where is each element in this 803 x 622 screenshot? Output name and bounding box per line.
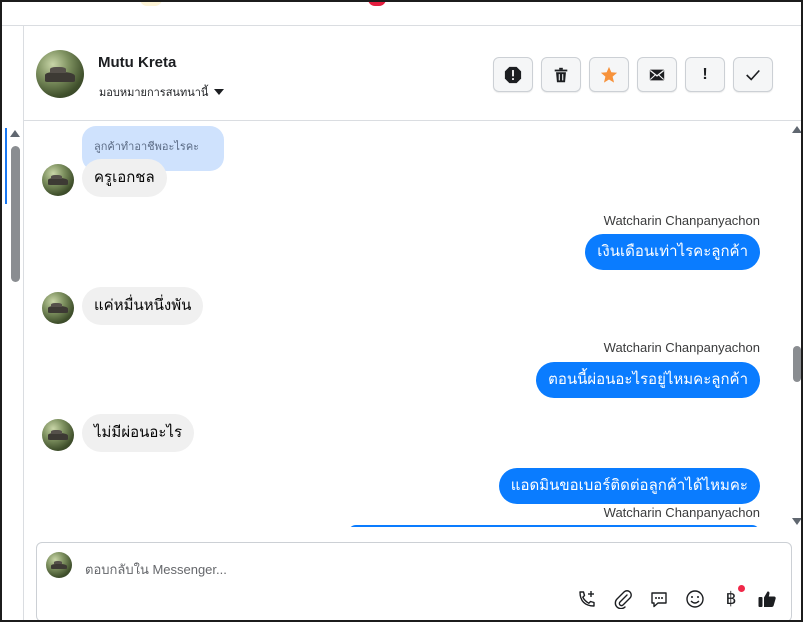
smiley-icon — [686, 590, 704, 608]
reply-input[interactable]: ตอบกลับใน Messenger... — [85, 559, 227, 580]
assign-label: มอบหมายการสนทนานี้ — [99, 87, 209, 99]
assign-conversation-dropdown[interactable]: มอบหมายการสนทนานี้ — [99, 83, 225, 101]
left-scrollbar-thumb[interactable] — [11, 146, 20, 282]
alert-octagon-icon — [504, 66, 522, 83]
star-button[interactable] — [589, 57, 629, 92]
emoji-button[interactable] — [685, 589, 705, 609]
reply-composer[interactable]: ตอบกลับใน Messenger... ฿ — [36, 542, 792, 620]
contact-avatar-small — [42, 292, 74, 324]
incoming-message[interactable]: ไม่มีผ่อนอะไร — [82, 414, 195, 452]
outgoing-message-partial[interactable] — [348, 525, 760, 527]
conversation-list-edge — [2, 26, 24, 620]
paperclip-icon — [614, 590, 632, 609]
top-strip — [2, 2, 801, 26]
incoming-message[interactable]: ครูเอกชล — [82, 159, 167, 197]
report-button[interactable] — [493, 57, 533, 92]
star-icon — [600, 66, 618, 83]
sender-name: Watcharin Chanpanyachon — [603, 213, 760, 228]
messenger-panel: Mutu Kreta มอบหมายการสนทนานี้ ! ลูกค้าทำ… — [0, 0, 803, 622]
delete-button[interactable] — [541, 57, 581, 92]
contact-avatar[interactable] — [36, 50, 84, 98]
mark-unread-button[interactable] — [637, 57, 677, 92]
outgoing-message[interactable]: แอดมินขอเบอร์ติดต่อลูกค้าได้ไหมคะ — [498, 468, 760, 504]
notification-dot — [738, 585, 745, 592]
caret-down-icon — [214, 89, 225, 95]
thread-scrollbar[interactable] — [790, 122, 801, 527]
scroll-up-arrow[interactable] — [792, 126, 801, 133]
call-button[interactable] — [577, 589, 597, 609]
important-button[interactable]: ! — [685, 57, 725, 92]
header-actions: ! — [493, 57, 773, 92]
scroll-down-arrow[interactable] — [792, 518, 801, 525]
payment-button[interactable]: ฿ — [721, 585, 745, 609]
chat-bubble-icon — [651, 592, 667, 608]
scroll-up-arrow[interactable] — [10, 130, 20, 137]
quoted-text: ลูกค้าทำอาชีพอะไรคะ — [94, 141, 200, 153]
top-notification-dot — [368, 2, 386, 6]
done-button[interactable] — [733, 57, 773, 92]
conversation-header: Mutu Kreta มอบหมายการสนทนานี้ ! — [24, 26, 801, 121]
contact-name[interactable]: Mutu Kreta — [98, 54, 176, 71]
thread-scrollbar-thumb[interactable] — [793, 346, 801, 382]
incoming-message[interactable]: แค่หมื่นหนึ่งพัน — [82, 287, 204, 325]
sender-name: Watcharin Chanpanyachon — [603, 340, 760, 355]
top-badge — [140, 2, 162, 6]
saved-replies-button[interactable] — [649, 589, 669, 609]
thumbs-up-icon — [758, 591, 776, 607]
exclamation-icon: ! — [702, 65, 708, 83]
baht-icon: ฿ — [725, 589, 737, 608]
sender-name: Watcharin Chanpanyachon — [603, 505, 760, 520]
checkmark-icon — [746, 69, 760, 81]
page-avatar — [46, 552, 72, 578]
outgoing-message[interactable]: ตอนนี้ผ่อนอะไรอยู่ไหมคะลูกค้า — [536, 362, 760, 398]
contact-avatar-small — [42, 164, 74, 196]
message-thread: ลูกค้าทำอาชีพอะไรคะ ครูเอกชล Watcharin C… — [24, 122, 792, 527]
contact-avatar-small — [42, 419, 74, 451]
attach-button[interactable] — [613, 589, 633, 609]
like-button[interactable] — [757, 589, 777, 609]
composer-tools: ฿ — [577, 585, 777, 609]
active-indicator — [5, 128, 7, 204]
envelope-icon — [649, 69, 665, 80]
trash-icon — [554, 67, 568, 82]
outgoing-message[interactable]: เงินเดือนเท่าไรคะลูกค้า — [585, 234, 760, 270]
phone-add-icon — [579, 591, 595, 607]
